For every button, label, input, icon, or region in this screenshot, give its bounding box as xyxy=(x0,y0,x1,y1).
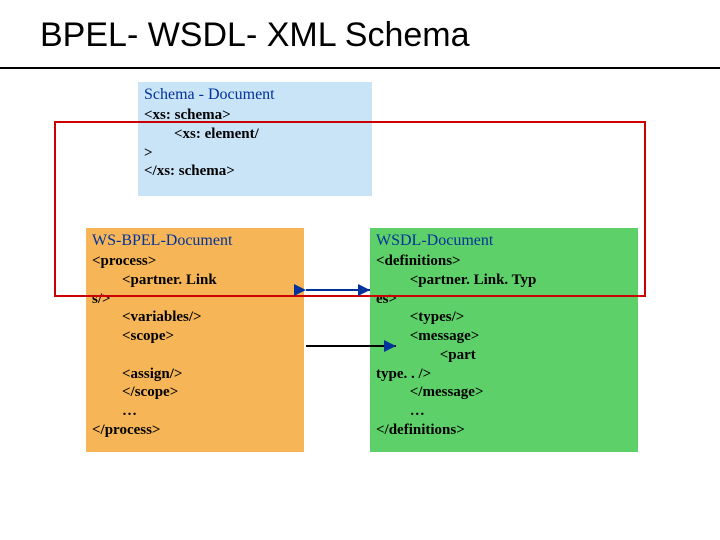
bpel-l4: <variables/> xyxy=(92,309,202,325)
wsdl-l9: … xyxy=(376,403,425,419)
bpel-l10: </process> xyxy=(92,422,160,438)
bpel-l1: <process> xyxy=(92,253,156,269)
bpel-l5: <scope> xyxy=(92,328,174,344)
wsdl-l4: <types/> xyxy=(376,309,464,325)
wsdl-l7: type. . /> xyxy=(376,366,431,382)
bpel-l8: </scope> xyxy=(92,384,178,400)
bpel-l3: s/> xyxy=(92,291,111,307)
wsdl-l1: <definitions> xyxy=(376,253,461,269)
schema-l1: <xs: schema> xyxy=(144,107,231,123)
schema-l2: <xs: element/ xyxy=(144,126,259,142)
diagram-title: BPEL- WSDL- XML Schema xyxy=(0,8,720,69)
wsdl-l3: es> xyxy=(376,291,397,307)
bpel-l2: <partner. Link xyxy=(92,272,217,288)
bpel-l7: <assign/> xyxy=(92,366,182,382)
schema-l3: > xyxy=(144,145,153,161)
wsdl-l5: <message> xyxy=(376,328,479,344)
bpel-code: <process> <partner. Link s/> <variables/… xyxy=(92,252,298,440)
schema-l4: </xs: schema> xyxy=(144,163,235,179)
wsdl-document-box: WSDL-Document <definitions> <partner. Li… xyxy=(370,228,638,452)
schema-box-title: Schema - Document xyxy=(144,86,366,104)
schema-code: <xs: schema> <xs: element/ > </xs: schem… xyxy=(144,106,366,181)
wsdl-l2: <partner. Link. Typ xyxy=(376,272,536,288)
bpel-box-title: WS-BPEL-Document xyxy=(92,232,298,250)
schema-document-box: Schema - Document <xs: schema> <xs: elem… xyxy=(138,82,372,196)
wsdl-l10: </definitions> xyxy=(376,422,465,438)
wsdl-code: <definitions> <partner. Link. Typ es> <t… xyxy=(376,252,632,440)
bpel-l9: … xyxy=(92,403,137,419)
wsdl-box-title: WSDL-Document xyxy=(376,232,632,250)
bpel-document-box: WS-BPEL-Document <process> <partner. Lin… xyxy=(86,228,304,452)
wsdl-l6: <part xyxy=(376,347,476,363)
wsdl-l8: </message> xyxy=(376,384,484,400)
